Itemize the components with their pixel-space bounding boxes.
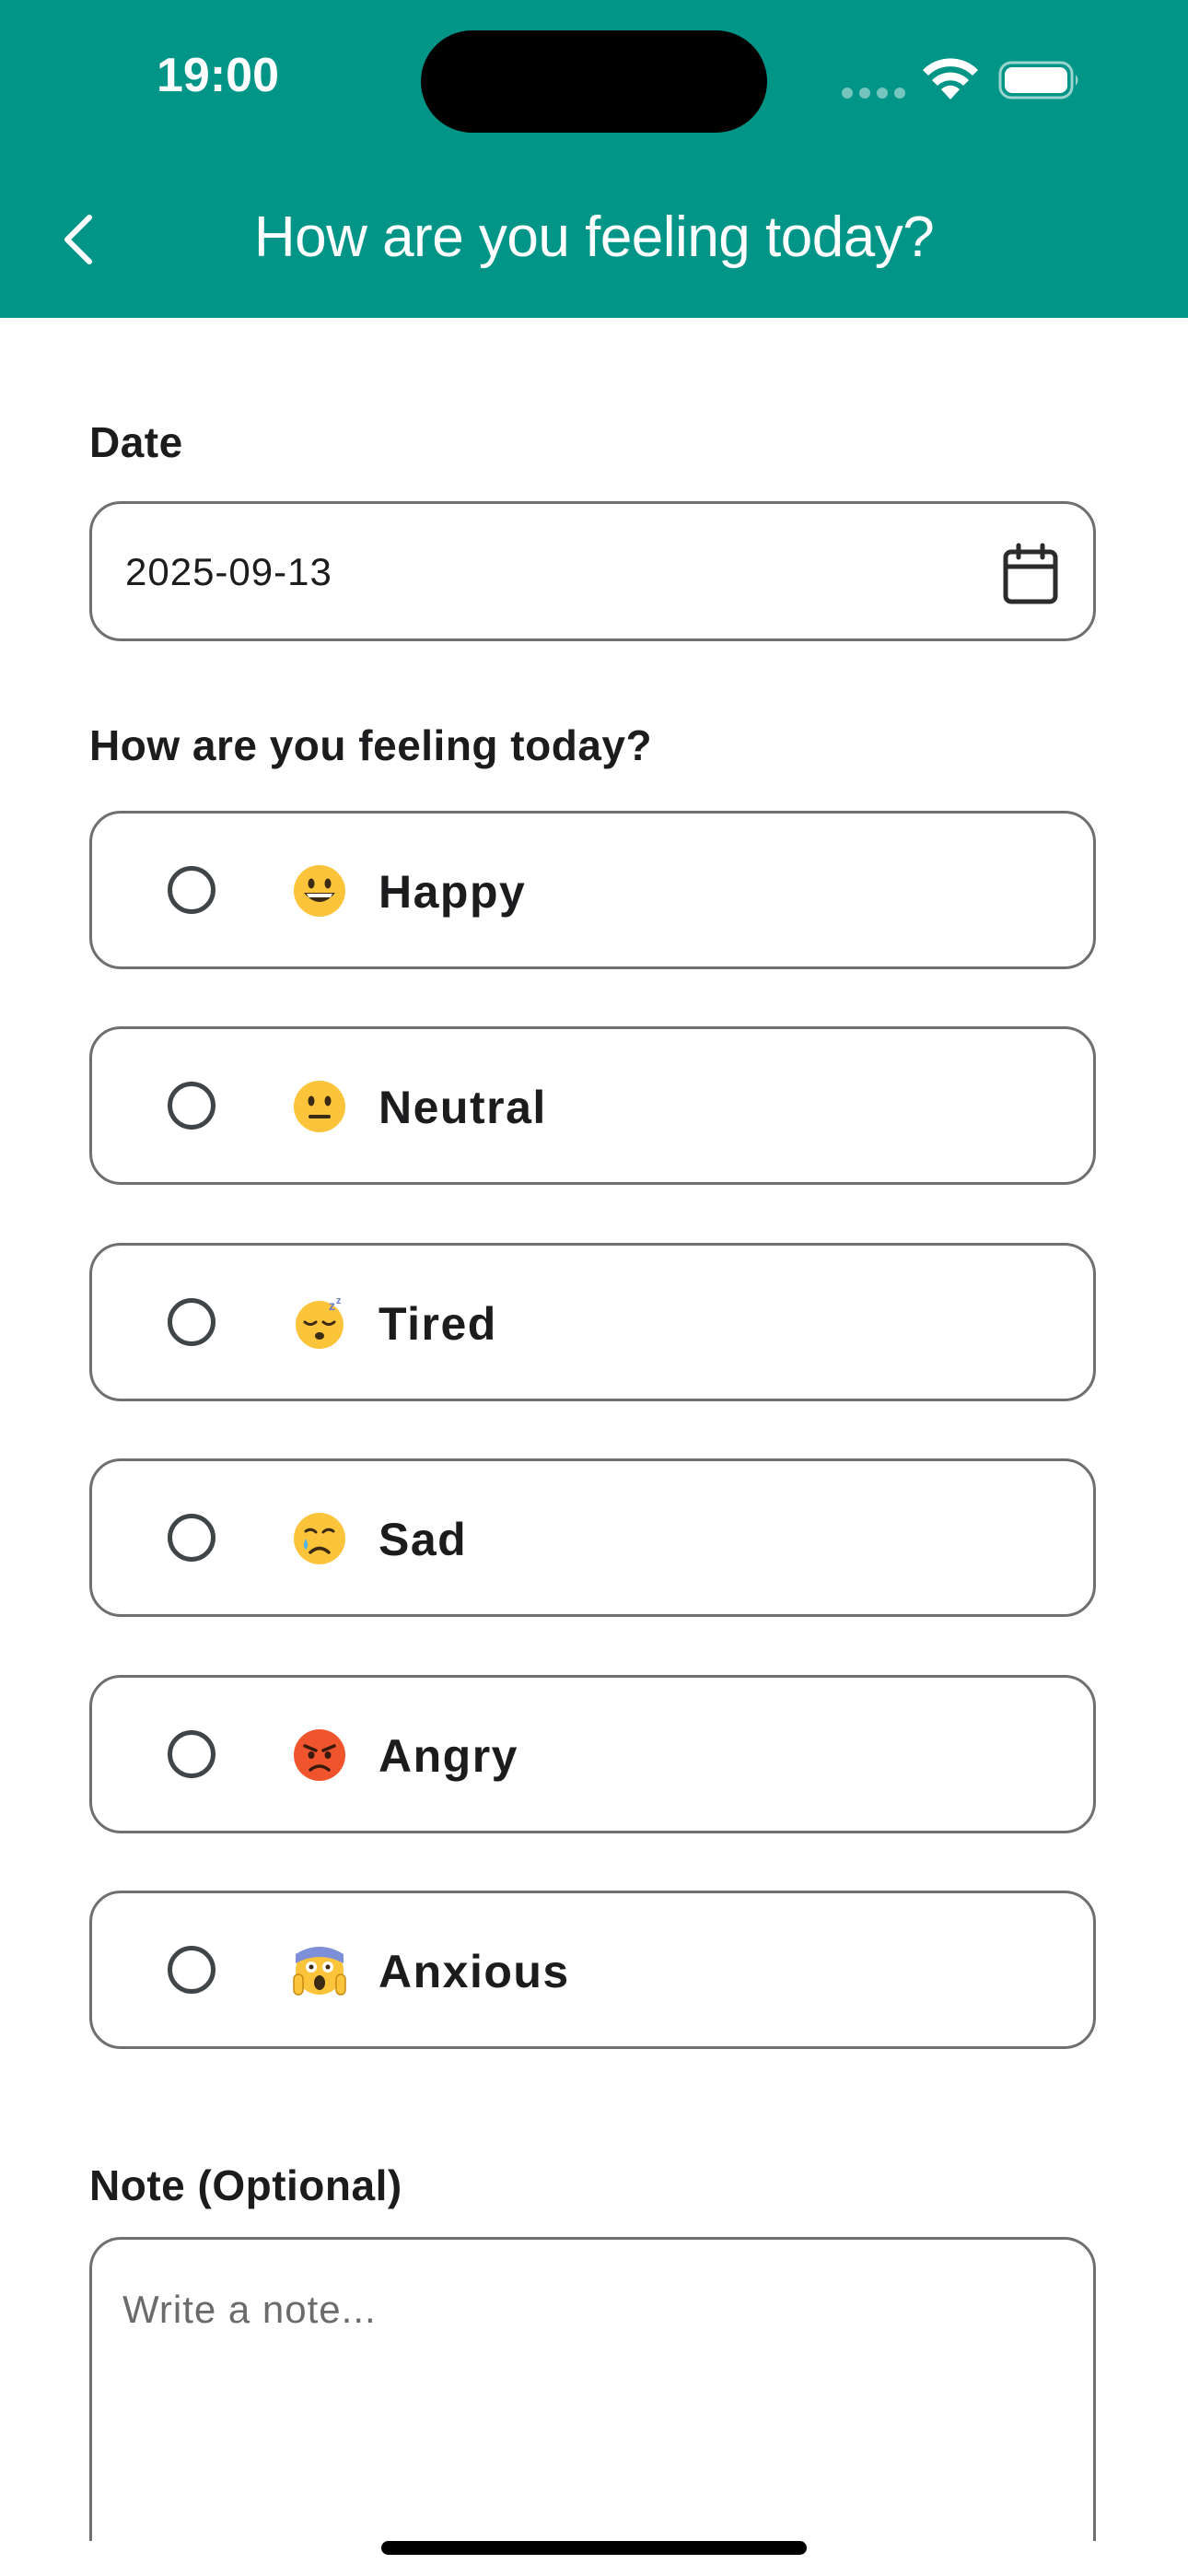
mood-option-angry[interactable]: Angry	[89, 1675, 1096, 1833]
note-field[interactable]	[89, 2237, 1096, 2541]
mood-option-tired[interactable]: z z Tired	[89, 1243, 1096, 1401]
mood-option-happy[interactable]: Happy	[89, 811, 1096, 969]
angry-face-icon	[294, 1729, 345, 1781]
mood-option-label: Angry	[379, 1730, 518, 1782]
app-header: 19:00 How are you feeling today?	[0, 0, 1188, 318]
note-input[interactable]	[122, 2288, 1043, 2500]
svg-text:z: z	[336, 1295, 342, 1306]
home-indicator[interactable]	[381, 2541, 807, 2555]
cellular-signal-icon	[842, 88, 906, 99]
radio-button[interactable]	[168, 1298, 215, 1346]
mood-option-label: Sad	[379, 1514, 468, 1565]
mood-option-label: Tired	[379, 1298, 497, 1350]
sleeping-face-icon: z z	[296, 1295, 344, 1349]
svg-text:z: z	[329, 1298, 335, 1313]
dynamic-island	[421, 30, 767, 133]
mood-option-sad[interactable]: Sad	[89, 1458, 1096, 1617]
radio-button[interactable]	[168, 1730, 215, 1778]
neutral-face-icon	[294, 1081, 345, 1132]
radio-button[interactable]	[168, 866, 215, 914]
radio-button[interactable]	[168, 1082, 215, 1130]
radio-button[interactable]	[168, 1946, 215, 1994]
note-label: Note (Optional)	[89, 2161, 402, 2209]
date-field[interactable]: 2025-09-13	[89, 501, 1096, 641]
mood-option-anxious[interactable]: Anxious	[89, 1891, 1096, 2049]
screaming-face-icon	[293, 1947, 346, 1996]
calendar-icon[interactable]	[1001, 543, 1060, 605]
battery-icon	[998, 61, 1078, 100]
grinning-face-icon	[294, 865, 345, 917]
mood-option-label: Happy	[379, 866, 527, 918]
mood-option-label: Anxious	[379, 1946, 570, 1997]
date-value: 2025-09-13	[125, 550, 332, 593]
status-time: 19:00	[157, 49, 279, 102]
page-title: How are you feeling today?	[253, 205, 935, 269]
mood-option-label: Neutral	[379, 1082, 547, 1133]
radio-button[interactable]	[168, 1514, 215, 1562]
mood-option-neutral[interactable]: Neutral	[89, 1026, 1096, 1185]
mood-question-label: How are you feeling today?	[89, 721, 653, 769]
wifi-icon	[923, 58, 978, 100]
date-label: Date	[89, 418, 183, 466]
crying-face-icon	[294, 1513, 345, 1564]
